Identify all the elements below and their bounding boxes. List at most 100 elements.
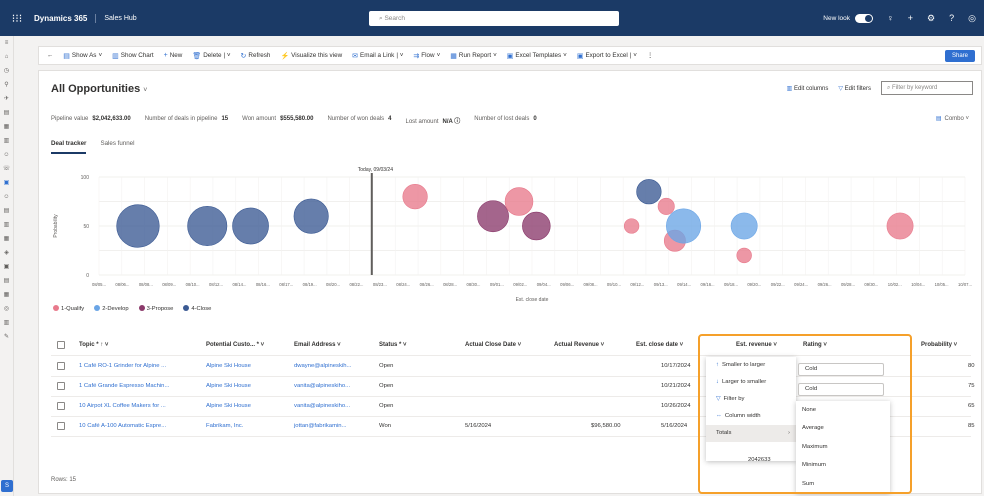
cell-email[interactable]: vanita@alpineskiho... xyxy=(294,399,350,413)
accounts-icon[interactable]: ▥ xyxy=(0,134,13,148)
legend-item-develop[interactable]: 2-Develop xyxy=(94,305,129,312)
more-commands-icon[interactable]: ⋮ xyxy=(647,52,653,59)
app-name[interactable]: Sales Hub xyxy=(104,15,136,22)
command-delete[interactable]: 🗑 Delete | ˅ xyxy=(192,52,230,60)
column-header-actual-revenue[interactable]: Actual Revenue ˅ xyxy=(554,337,604,353)
gear-icon[interactable]: ⚙ xyxy=(927,13,935,24)
menu-icon[interactable]: ≡ xyxy=(0,36,13,50)
cell-customer[interactable]: Alpine Ski House xyxy=(206,359,251,373)
quotes-icon[interactable]: ▤ xyxy=(0,204,13,218)
cell-revenue: $96,580.00 xyxy=(591,423,621,429)
keyword-filter-input[interactable]: ⌕ Filter by keyword xyxy=(881,81,973,95)
back-button[interactable]: ← xyxy=(47,52,53,59)
column-header-actual-close-date[interactable]: Actual Close Date ˅ xyxy=(465,337,521,353)
rocket-icon[interactable]: ✈ xyxy=(0,92,13,106)
column-header-potential-customer[interactable]: Potential Custo... * ˅ xyxy=(206,337,264,353)
reports-icon[interactable]: ▥ xyxy=(0,316,13,330)
help-icon[interactable]: ? xyxy=(949,13,954,23)
totals-option-minimum[interactable]: Minimum xyxy=(796,456,890,474)
rating-cell[interactable]: Cold xyxy=(798,363,884,376)
command-flow[interactable]: ⇉ Flow ˅ xyxy=(413,52,440,60)
tools-icon[interactable]: ✎ xyxy=(0,330,13,344)
goals-icon[interactable]: ◎ xyxy=(0,302,13,316)
recent-icon[interactable]: ◷ xyxy=(0,64,13,78)
column-header-rating[interactable]: Rating ˅ xyxy=(803,337,827,353)
menu-item-column-width[interactable]: ⇔ Column width xyxy=(706,408,796,425)
cell-customer[interactable]: Fabrikam, Inc. xyxy=(206,419,243,433)
command-refresh[interactable]: ↻ Refresh xyxy=(241,52,271,60)
tab-deal-tracker[interactable]: Deal tracker xyxy=(51,140,87,154)
home-icon[interactable]: ⌂ xyxy=(0,50,13,64)
command-email-link[interactable]: ✉ Email a Link | ˅ xyxy=(352,52,403,60)
cell-topic[interactable]: 1 Café Grande Espresso Machin... xyxy=(79,379,169,393)
cell-customer[interactable]: Alpine Ski House xyxy=(206,399,251,413)
cell-close-date: 5/16/2024 xyxy=(465,423,492,429)
cell-email[interactable]: jottan@fabrikamin... xyxy=(294,419,346,433)
toggle-switch[interactable] xyxy=(855,13,874,23)
command-visualize[interactable]: ⚡ Visualize this view xyxy=(280,52,342,60)
pin-icon[interactable]: ⚲ xyxy=(0,78,13,92)
menu-item-totals[interactable]: Totals › xyxy=(706,425,796,442)
row-checkbox[interactable] xyxy=(57,382,65,390)
global-search-input[interactable]: ⌕ Search xyxy=(369,11,619,26)
marketing-icon[interactable]: ▣ xyxy=(0,260,13,274)
activities-icon[interactable]: ▦ xyxy=(0,120,13,134)
opportunities-icon[interactable]: ▣ xyxy=(0,176,13,190)
orders-icon[interactable]: ▥ xyxy=(0,218,13,232)
column-header-est-revenue[interactable]: Est. revenue ˅ xyxy=(736,337,777,353)
invoices-icon[interactable]: ▦ xyxy=(0,232,13,246)
area-switcher-icon[interactable]: S xyxy=(1,480,13,492)
contacts-icon[interactable]: ☺ xyxy=(0,148,13,162)
column-header-status[interactable]: Status * ˅ xyxy=(379,337,407,353)
menu-item-filter-by[interactable]: ▽ Filter by xyxy=(706,391,796,408)
legend-item-qualify[interactable]: 1-Qualify xyxy=(53,305,84,312)
lightbulb-icon[interactable]: ♀ xyxy=(887,13,894,23)
cell-topic[interactable]: 10 Café A-100 Automatic Espre... xyxy=(79,419,166,433)
select-all-checkbox[interactable] xyxy=(57,341,65,349)
tab-sales-funnel[interactable]: Sales funnel xyxy=(100,140,134,154)
row-checkbox[interactable] xyxy=(57,362,65,370)
user-icon[interactable]: ◎ xyxy=(968,13,976,24)
new-look-toggle[interactable]: New look xyxy=(823,13,874,23)
command-show-chart[interactable]: ▥ Show Chart xyxy=(112,52,154,60)
menu-item-larger-to-smaller[interactable]: ↓ Larger to smaller xyxy=(706,374,796,391)
row-checkbox[interactable] xyxy=(57,402,65,410)
command-new[interactable]: + New xyxy=(164,52,183,59)
lists-icon[interactable]: ▤ xyxy=(0,274,13,288)
cell-topic[interactable]: 1 Café RO-1 Grinder for Alpine ... xyxy=(79,359,166,373)
command-show-as[interactable]: ▤ Show As ˅ xyxy=(63,52,102,60)
cell-email[interactable]: vanita@alpineskiho... xyxy=(294,379,350,393)
competitors-icon[interactable]: ☺ xyxy=(0,190,13,204)
totals-option-maximum[interactable]: Maximum xyxy=(796,438,890,456)
dashboard-icon[interactable]: ▤ xyxy=(0,106,13,120)
row-checkbox[interactable] xyxy=(57,422,65,430)
products-icon[interactable]: ◈ xyxy=(0,246,13,260)
brand-name[interactable]: Dynamics 365 xyxy=(34,13,97,23)
cell-email[interactable]: dwayne@alpineskih... xyxy=(294,359,351,373)
column-header-topic[interactable]: Topic * ↑ ˅ xyxy=(79,337,108,353)
view-selector[interactable]: All Opportunities ˅ xyxy=(51,83,147,95)
plus-icon[interactable]: + xyxy=(908,13,913,23)
cell-topic[interactable]: 10 Airpot XL Coffee Makers for ... xyxy=(79,399,166,413)
column-header-probability[interactable]: Probability ˅ xyxy=(921,337,957,353)
app-launcher-icon[interactable]: ⁝⁝⁝ xyxy=(0,0,34,36)
leads-icon[interactable]: ☏ xyxy=(0,162,13,176)
combo-selector[interactable]: ▤ Combo ˅ xyxy=(936,115,969,122)
edit-filters-button[interactable]: ▽ Edit filters xyxy=(838,85,871,92)
command-run-report[interactable]: ▦ Run Report ˅ xyxy=(450,52,497,60)
column-header-est-close-date[interactable]: Est. close date ˅ xyxy=(636,337,683,353)
totals-option-average[interactable]: Average xyxy=(796,419,890,437)
menu-item-smaller-to-larger[interactable]: ↑ Smaller to larger xyxy=(706,357,796,374)
rating-cell[interactable]: Cold xyxy=(798,383,884,396)
totals-option-none[interactable]: None xyxy=(796,401,890,419)
calendar-icon[interactable]: ▦ xyxy=(0,288,13,302)
column-header-email[interactable]: Email Address ˅ xyxy=(294,337,341,353)
legend-item-close[interactable]: 4-Close xyxy=(183,305,211,312)
legend-item-propose[interactable]: 3-Propose xyxy=(138,305,173,312)
cell-customer[interactable]: Alpine Ski House xyxy=(206,379,251,393)
totals-option-sum[interactable]: Sum xyxy=(796,475,890,493)
command-excel-templates[interactable]: ▣ Excel Templates ˅ xyxy=(507,52,567,60)
share-button[interactable]: Share xyxy=(945,50,975,62)
command-export-excel[interactable]: ▣ Export to Excel | ˅ xyxy=(577,52,637,60)
edit-columns-button[interactable]: ▥ Edit columns xyxy=(787,85,829,92)
